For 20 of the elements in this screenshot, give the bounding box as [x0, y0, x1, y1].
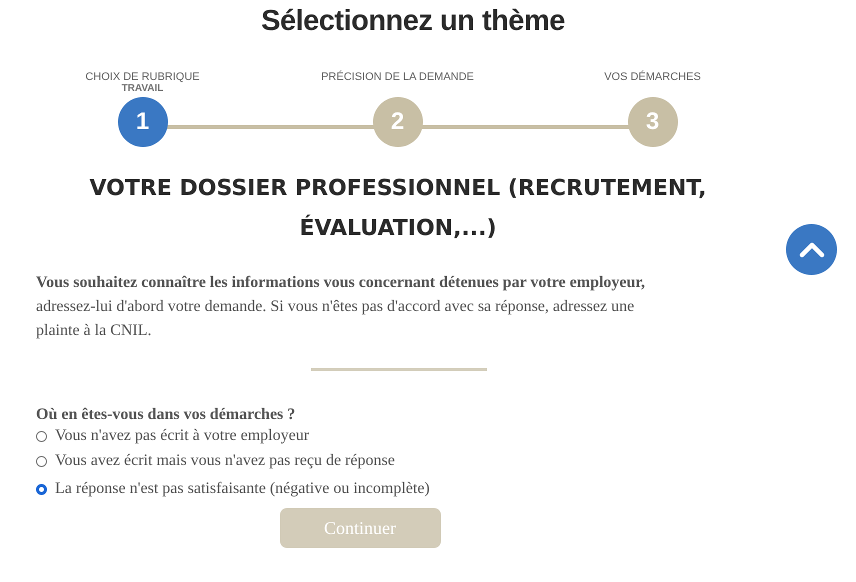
page-title: Sélectionnez un thème	[260, 4, 566, 39]
radio-button[interactable]	[36, 484, 47, 494]
step-number: 2	[372, 97, 422, 147]
step-number: 3	[628, 97, 678, 147]
radio-button[interactable]	[36, 456, 47, 466]
step-label: PRÉCISION DE LA DEMANDE	[321, 71, 474, 83]
radio-button[interactable]	[36, 430, 47, 442]
option-label: Vous n'avez pas écrit à votre employeur	[55, 427, 310, 445]
scroll-top-button[interactable]	[786, 224, 837, 275]
step-number: 1	[118, 97, 168, 147]
step-detail: TRAVAIL	[122, 83, 164, 95]
continue-button[interactable]: Continuer	[280, 508, 440, 548]
option-label: Vous avez écrit mais vous n'avez pas reçu de réponse	[55, 452, 395, 470]
section-heading: VOTRE DOSSIER PROFESSIONNEL (RECRUTEMENT, ÉVALUATION,...)	[88, 175, 708, 243]
chevron-up-icon	[798, 242, 824, 258]
option-label: La réponse n'est pas satisfaisante (négative ou incomplète)	[55, 480, 430, 498]
step-label: CHOIX DE RUBRIQUE	[85, 71, 200, 83]
intro-paragraph: Vous souhaitez connaître les informations vous concernant détenues par votre employeur, adressez-lui d'abord votre demande. Si vous n'êtes pas d'accord avec sa réponse, adressez une plainte à la CNIL.	[36, 273, 646, 341]
step-label: VOS DÉMARCHES	[604, 71, 701, 83]
question-label: Où en êtes-vous dans vos démarches ?	[36, 405, 296, 425]
